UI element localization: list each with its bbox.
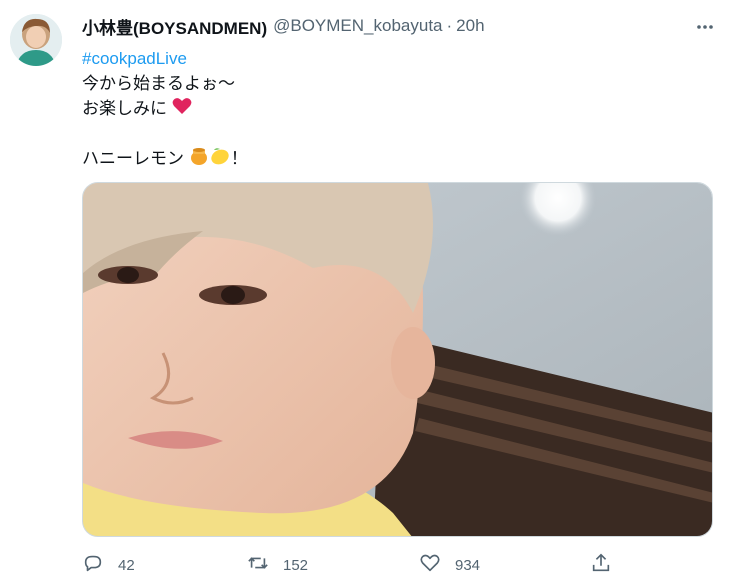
tweet-line-5: ハニーレモン xyxy=(82,149,184,168)
honey-emoji xyxy=(189,146,209,173)
share-button[interactable] xyxy=(590,552,612,578)
reply-button[interactable]: 42 xyxy=(82,552,135,578)
retweet-count: 152 xyxy=(283,556,309,574)
hashtag-link[interactable]: #cookpadLive xyxy=(82,49,187,68)
retweet-button[interactable]: 152 xyxy=(247,552,308,578)
reply-icon xyxy=(82,552,104,578)
timestamp[interactable]: 20h xyxy=(456,16,484,36)
reply-count: 42 xyxy=(118,556,135,574)
tweet-actions: 42 152 934 xyxy=(82,552,622,582)
tweet-line-5-end: ！ xyxy=(230,149,248,168)
tweet-header: 小林豊(BOYSANDMEN) @BOYMEN_kobayuta · 20h xyxy=(82,14,485,38)
user-handle[interactable]: @BOYMEN_kobayuta xyxy=(273,16,442,36)
tweet-line-3: お楽しみに xyxy=(82,99,167,118)
like-count: 934 xyxy=(455,556,481,574)
like-button[interactable]: 934 xyxy=(419,552,480,578)
tweet-photo[interactable] xyxy=(82,182,713,537)
retweet-icon xyxy=(247,552,269,578)
tweet-line-2: 今から始まるよぉ～ xyxy=(82,74,235,93)
lemon-emoji xyxy=(209,146,231,173)
tweet-text: #cookpadLive 今から始まるよぉ～ お楽しみに ハニーレモン ！ xyxy=(82,46,702,171)
heart-emoji xyxy=(172,97,192,122)
display-name[interactable]: 小林豊(BOYSANDMEN) xyxy=(82,14,267,39)
more-icon[interactable] xyxy=(692,14,718,40)
avatar[interactable] xyxy=(10,14,62,66)
like-icon xyxy=(419,552,441,578)
separator-dot: · xyxy=(446,16,453,35)
share-icon xyxy=(590,552,612,578)
